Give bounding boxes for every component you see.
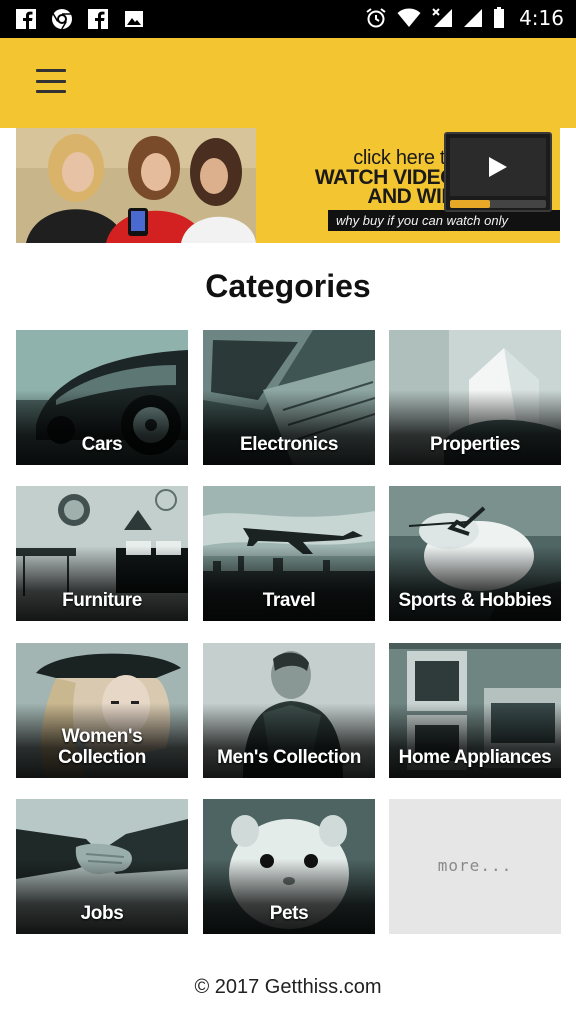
more-label: more...	[437, 856, 513, 875]
alarm-icon	[366, 8, 386, 28]
banner-photo	[16, 128, 256, 243]
category-label: Sports & Hobbies	[398, 590, 552, 611]
signal-icon	[432, 8, 453, 27]
more-categories-button[interactable]: more...	[389, 799, 561, 934]
category-label: Properties	[430, 434, 520, 455]
facebook-icon	[86, 7, 110, 31]
category-label: Electronics	[239, 434, 339, 455]
categories-heading: Categories	[205, 268, 371, 304]
battery-icon	[494, 7, 505, 28]
category-cars[interactable]: Cars	[16, 330, 188, 465]
category-furniture[interactable]: Furniture	[16, 486, 188, 621]
category-properties[interactable]: Properties	[389, 330, 561, 465]
banner-tagline: why buy if you can watch only	[328, 210, 560, 231]
chrome-icon	[50, 7, 74, 31]
category-label: Home Appliances	[398, 747, 552, 768]
category-sports-hobbies[interactable]: Sports & Hobbies	[389, 486, 561, 621]
category-label: Jobs	[80, 903, 124, 924]
category-electronics[interactable]: Electronics	[203, 330, 375, 465]
facebook-icon	[14, 7, 38, 31]
banner-text: click here to WATCH VIDEO AND WIN	[270, 147, 457, 208]
play-icon	[489, 157, 507, 177]
category-label: Furniture	[62, 590, 142, 611]
video-player-graphic	[444, 132, 552, 212]
wifi-icon	[397, 8, 421, 27]
promo-banner[interactable]: click here to WATCH VIDEO AND WIN why bu…	[16, 128, 560, 243]
notification-icons	[14, 7, 146, 31]
category-womens-collection[interactable]: Women's Collection	[16, 643, 188, 778]
image-icon	[122, 7, 146, 31]
clock: 4:16	[519, 6, 564, 30]
category-home-appliances[interactable]: Home Appliances	[389, 643, 561, 778]
footer-copyright: © 2017 Getthiss.com	[194, 976, 382, 998]
category-label: Men's Collection	[217, 747, 361, 768]
category-jobs[interactable]: Jobs	[16, 799, 188, 934]
banner-line1: click here to	[353, 147, 456, 169]
menu-icon[interactable]	[36, 69, 66, 93]
category-pets[interactable]: Pets	[203, 799, 375, 934]
status-bar: 4:16	[0, 0, 576, 38]
category-label: Women's Collection	[58, 726, 146, 768]
banner-line3: AND WIN	[367, 185, 456, 208]
category-travel[interactable]: Travel	[203, 486, 375, 621]
system-icons: 4:16	[365, 6, 564, 30]
category-mens-collection[interactable]: Men's Collection	[203, 643, 375, 778]
category-label: Pets	[269, 903, 309, 924]
category-label: Cars	[81, 434, 123, 455]
category-label: Travel	[262, 590, 316, 611]
signal-icon	[464, 9, 483, 27]
app-bar	[0, 38, 576, 128]
